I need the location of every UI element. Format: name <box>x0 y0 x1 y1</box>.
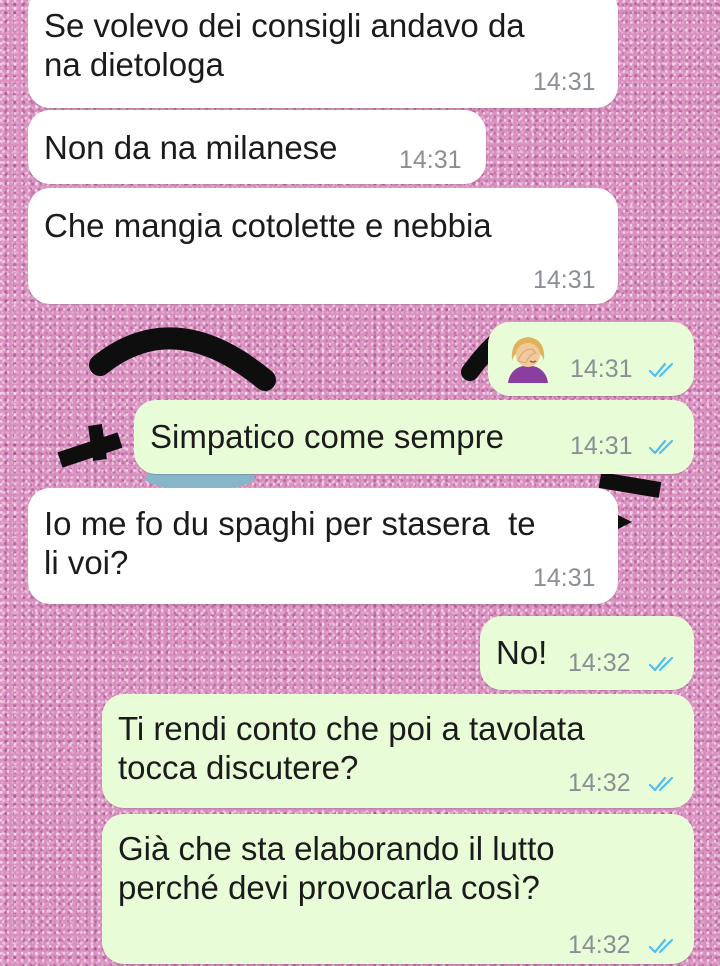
message-text: Già che sta elaborando il lutto perché d… <box>118 830 555 906</box>
outgoing-message[interactable]: 14:31 <box>488 322 694 396</box>
message-text: Non da na milanese <box>44 129 338 166</box>
outgoing-message[interactable]: Simpatico come sempre 14:31 <box>134 400 694 474</box>
message-text: Che mangia cotolette e nebbia <box>44 207 492 244</box>
read-check-icon <box>648 656 674 672</box>
message-text: Ti rendi conto che poi a tavolata tocca … <box>118 710 585 786</box>
message-time: 14:31 <box>533 266 596 294</box>
message-time: 14:31 <box>570 432 633 460</box>
message-text: Io me fo du spaghi per stasera te li voi… <box>44 505 536 581</box>
message-time: 14:31 <box>570 355 633 383</box>
incoming-message[interactable]: Se volevo dei consigli andavo da na diet… <box>28 0 618 108</box>
incoming-message[interactable]: Io me fo du spaghi per stasera te li voi… <box>28 488 618 604</box>
outgoing-message[interactable]: Ti rendi conto che poi a tavolata tocca … <box>102 694 694 808</box>
woman-facepalming-icon <box>508 337 548 383</box>
message-time: 14:32 <box>568 931 631 959</box>
message-text: Simpatico come sempre <box>150 418 504 455</box>
read-check-icon <box>648 439 674 455</box>
incoming-message[interactable]: Che mangia cotolette e nebbia 14:31 <box>28 188 618 304</box>
outgoing-message[interactable]: Già che sta elaborando il lutto perché d… <box>102 814 694 964</box>
message-time: 14:32 <box>568 769 631 797</box>
message-time: 14:32 <box>568 649 631 677</box>
read-check-icon <box>648 362 674 378</box>
message-time: 14:31 <box>533 564 596 592</box>
read-check-icon <box>648 938 674 954</box>
message-text: Se volevo dei consigli andavo da na diet… <box>44 7 525 83</box>
message-time: 14:31 <box>533 68 596 96</box>
message-text: No! <box>496 634 548 671</box>
outgoing-message[interactable]: No! 14:32 <box>480 616 694 690</box>
read-check-icon <box>648 776 674 792</box>
incoming-message[interactable]: Non da na milanese 14:31 <box>28 110 486 184</box>
message-time: 14:31 <box>399 146 462 174</box>
